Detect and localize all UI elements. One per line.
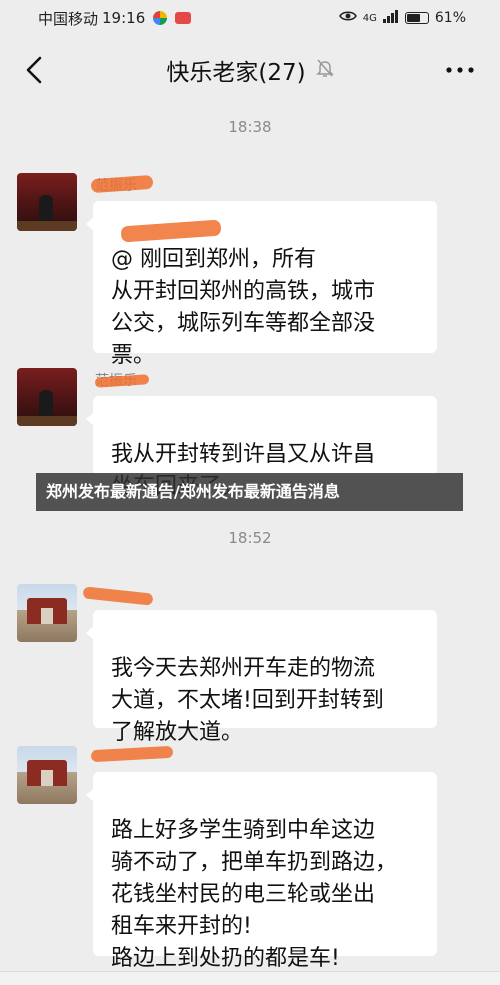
message-text: 路上好多学生骑到中牟这边 骑不动了，把单车扔到路边， 花钱坐村民的电三轮或坐出 … [111, 818, 398, 971]
message-bubble[interactable]: 我从开封转到许昌又从许昌 坐车回来了。 [86, 396, 437, 499]
message-row: 我今天去郑州开车走的物流 大道，不太堵!回到开封转到 了解放大道。 [17, 584, 487, 745]
bell-off-icon [315, 58, 334, 82]
carrier-label: 中国移动 [38, 9, 99, 28]
message-bubble[interactable]: 路上好多学生骑到中牟这边 骑不动了，把单车扔到路边， 花钱坐村民的电三轮或坐出 … [86, 772, 437, 971]
more-icon [446, 67, 474, 73]
clock: 19:16 [102, 9, 146, 27]
message-text: 我今天去郑州开车走的物流 大道，不太堵!回到开封转到 了解放大道。 [111, 656, 384, 745]
redaction-scribble [90, 174, 154, 194]
eye-icon [338, 10, 357, 26]
back-button[interactable] [16, 52, 52, 88]
status-bar: 中国移动 19:16 4G 61% [0, 0, 500, 36]
title-wrap: 快乐老家(27) [166, 53, 334, 87]
status-right: 4G 61% [338, 9, 466, 27]
message-row: 范振乐 @ 刚回到郑州，所有 从开封回郑州的高铁，城市 公交，城际列车等都全部没… [17, 173, 487, 368]
avatar[interactable] [17, 746, 77, 804]
chat-title: 快乐老家(27) [166, 60, 306, 86]
avatar[interactable] [17, 173, 77, 231]
chat-header: 快乐老家(27) [0, 36, 500, 104]
app-notification-icon-red [175, 12, 192, 24]
avatar[interactable] [17, 584, 77, 642]
message-row: 路上好多学生骑到中牟这边 骑不动了，把单车扔到路边， 花钱坐村民的电三轮或坐出 … [17, 745, 487, 971]
redaction-scribble [90, 745, 174, 763]
redaction-scribble [82, 586, 154, 606]
battery-icon [404, 12, 429, 24]
message-row: 范振乐 我从开封转到许昌又从许昌 坐车回来了。 [17, 368, 487, 499]
input-bar-edge [0, 971, 500, 985]
chevron-left-icon [26, 56, 42, 84]
headline-banner: 郑州发布最新通告/郑州发布最新通告消息 [36, 473, 463, 511]
message-timestamp: 18:38 [228, 118, 272, 136]
more-options-button[interactable] [440, 54, 480, 86]
signal-icon [382, 9, 399, 27]
avatar[interactable] [17, 368, 77, 426]
status-left: 中国移动 19:16 [38, 8, 192, 29]
message-bubble[interactable]: 我今天去郑州开车走的物流 大道，不太堵!回到开封转到 了解放大道。 [86, 610, 437, 745]
network-label: 4G [362, 12, 377, 24]
battery-label: 61% [434, 10, 466, 26]
message-timestamp: 18:52 [228, 529, 272, 547]
message-text: @ 刚回到郑州，所有 从开封回郑州的高铁，城市 公交，城际列车等都全部没 票。 [111, 247, 376, 368]
app-notification-icon [153, 11, 168, 25]
